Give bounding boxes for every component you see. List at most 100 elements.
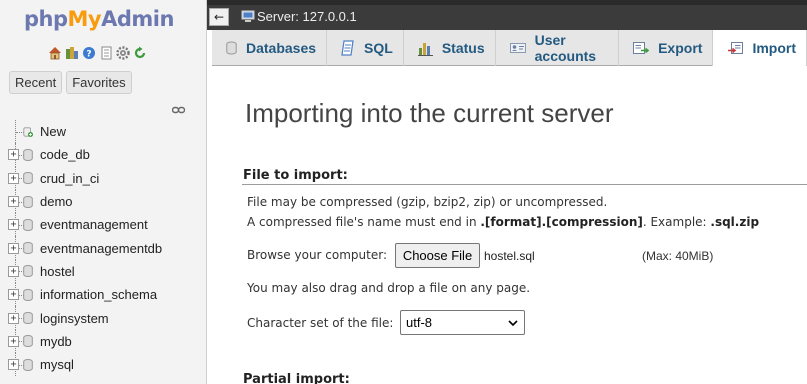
expand-icon[interactable]: + bbox=[8, 359, 19, 371]
new-database-icon bbox=[23, 127, 33, 137]
tab-label: User accounts bbox=[534, 32, 597, 64]
tab-export[interactable]: Export bbox=[619, 30, 714, 66]
chosen-file-name: hostel.sql bbox=[484, 249, 535, 263]
tree-item-database[interactable]: + eventmanagement bbox=[8, 213, 162, 237]
tab-sql[interactable]: SQL bbox=[327, 30, 404, 66]
tab-label: Databases bbox=[246, 40, 317, 56]
expand-icon[interactable]: + bbox=[8, 149, 19, 161]
reload-icon[interactable] bbox=[133, 46, 147, 60]
server-icon bbox=[241, 10, 255, 22]
quick-links: ? bbox=[48, 46, 147, 60]
collapse-nav-button[interactable]: ← bbox=[209, 8, 229, 26]
server-breadcrumb[interactable]: Server: 127.0.0.1 bbox=[241, 9, 357, 24]
compression-note: File may be compressed (gzip, bzip2, zip… bbox=[247, 195, 608, 209]
database-icon bbox=[23, 195, 33, 208]
database-name: code_db bbox=[40, 147, 90, 163]
phpmyadmin-logo[interactable]: phpMyAdmin bbox=[24, 7, 174, 31]
database-icon bbox=[23, 242, 33, 255]
tree-item-database[interactable]: + crud_in_ci bbox=[8, 166, 162, 190]
filename-rule-note: A compressed file's name must end in .[f… bbox=[247, 215, 760, 229]
fieldset-divider bbox=[242, 184, 807, 185]
import-page: Importing into the current server File t… bbox=[212, 66, 807, 384]
chevron-down-icon bbox=[508, 319, 518, 326]
tab-label: SQL bbox=[364, 40, 393, 56]
database-icon bbox=[23, 218, 33, 231]
databases-icon[interactable] bbox=[65, 46, 79, 60]
database-icon bbox=[23, 288, 33, 301]
tree-item-database[interactable]: + mydb bbox=[8, 329, 162, 353]
tree-item-database[interactable]: + mysql bbox=[8, 352, 162, 377]
database-name: information_schema bbox=[40, 287, 158, 303]
browse-label: Browse your computer: bbox=[247, 248, 388, 262]
import-icon bbox=[728, 42, 744, 54]
home-icon[interactable] bbox=[48, 46, 62, 60]
tab-label: Status bbox=[441, 40, 485, 56]
chain-link-icon[interactable] bbox=[171, 103, 186, 117]
database-icon bbox=[23, 358, 33, 371]
expand-icon[interactable]: + bbox=[8, 335, 19, 347]
example-extension: .sql.zip bbox=[710, 215, 760, 229]
recent-tab[interactable]: Recent bbox=[9, 71, 63, 94]
tab-databases[interactable]: Databases bbox=[212, 30, 328, 66]
database-icon bbox=[23, 265, 33, 278]
tree-item-database[interactable]: + information_schema bbox=[8, 283, 162, 307]
charset-label: Character set of the file: bbox=[247, 316, 394, 330]
tree-item-database[interactable]: + code_db bbox=[8, 143, 162, 167]
tree-item-new[interactable]: New bbox=[8, 120, 162, 144]
database-icon bbox=[23, 172, 33, 185]
status-chart-icon bbox=[417, 42, 433, 56]
server-breadcrumb-bar: ← Server: 127.0.0.1 bbox=[207, 0, 807, 30]
database-name: mydb bbox=[40, 333, 72, 349]
tab-label: Export bbox=[658, 40, 703, 56]
partial-import-legend: Partial import: bbox=[243, 372, 350, 384]
sql-icon bbox=[341, 40, 354, 56]
database-name: eventmanagement bbox=[40, 217, 148, 233]
format-pattern: .[format].[compression] bbox=[480, 215, 643, 229]
tree-item-database[interactable]: + hostel bbox=[8, 259, 162, 284]
tree-item-database[interactable]: + loginsystem bbox=[8, 306, 162, 330]
database-icon bbox=[23, 312, 33, 325]
page-title: Importing into the current server bbox=[245, 98, 614, 128]
tree-item-database[interactable]: + demo bbox=[8, 189, 162, 214]
navigation-panel: phpMyAdmin ? Recent Favorites New + code_… bbox=[0, 0, 207, 384]
max-upload-size: (Max: 40MiB) bbox=[642, 249, 714, 263]
expand-icon[interactable]: + bbox=[8, 289, 19, 301]
database-name: mysql bbox=[40, 357, 74, 373]
docs-icon[interactable] bbox=[99, 46, 113, 60]
charset-select[interactable]: utf-8 bbox=[400, 310, 525, 335]
database-name: eventmanagementdb bbox=[40, 240, 163, 256]
user-accounts-icon bbox=[509, 43, 526, 53]
expand-icon[interactable]: + bbox=[8, 265, 19, 277]
tree-item-label: New bbox=[40, 124, 67, 140]
database-name: crud_in_ci bbox=[40, 170, 100, 186]
file-to-import-legend: File to import: bbox=[243, 168, 348, 183]
tab-label: Import bbox=[752, 40, 796, 56]
database-name: loginsystem bbox=[40, 310, 109, 326]
help-icon[interactable]: ? bbox=[82, 46, 96, 60]
database-icon bbox=[23, 335, 33, 348]
export-icon bbox=[633, 42, 650, 54]
expand-icon[interactable]: + bbox=[8, 172, 19, 184]
database-icon bbox=[226, 41, 237, 55]
settings-icon[interactable] bbox=[116, 46, 130, 60]
tree-item-database[interactable]: + eventmanagementdb bbox=[8, 236, 163, 260]
tab-user-accounts[interactable]: User accounts bbox=[496, 30, 620, 66]
tab-status[interactable]: Status bbox=[404, 30, 496, 66]
expand-icon[interactable]: + bbox=[8, 242, 19, 254]
server-label: Server: 127.0.0.1 bbox=[257, 9, 357, 24]
expand-icon[interactable]: + bbox=[8, 312, 19, 324]
nav-tabs: Recent Favorites bbox=[9, 71, 132, 94]
database-name: demo bbox=[40, 194, 73, 210]
main-menu-tabs: Databases SQL Status User accounts Expor… bbox=[212, 30, 807, 67]
svg-text:?: ? bbox=[86, 50, 91, 60]
database-name: hostel bbox=[40, 263, 75, 279]
tab-import[interactable]: Import bbox=[713, 30, 807, 67]
charset-selected-value: utf-8 bbox=[406, 315, 433, 330]
expand-icon[interactable]: + bbox=[8, 196, 19, 208]
choose-file-button[interactable]: Choose File bbox=[395, 243, 480, 268]
drag-drop-note: You may also drag and drop a file on any… bbox=[247, 281, 531, 295]
favorites-tab[interactable]: Favorites bbox=[66, 71, 132, 94]
database-icon bbox=[23, 148, 33, 161]
expand-icon[interactable]: + bbox=[8, 219, 19, 231]
database-tree: New + code_db + crud_in_ci + demo + eventman… bbox=[8, 120, 163, 377]
